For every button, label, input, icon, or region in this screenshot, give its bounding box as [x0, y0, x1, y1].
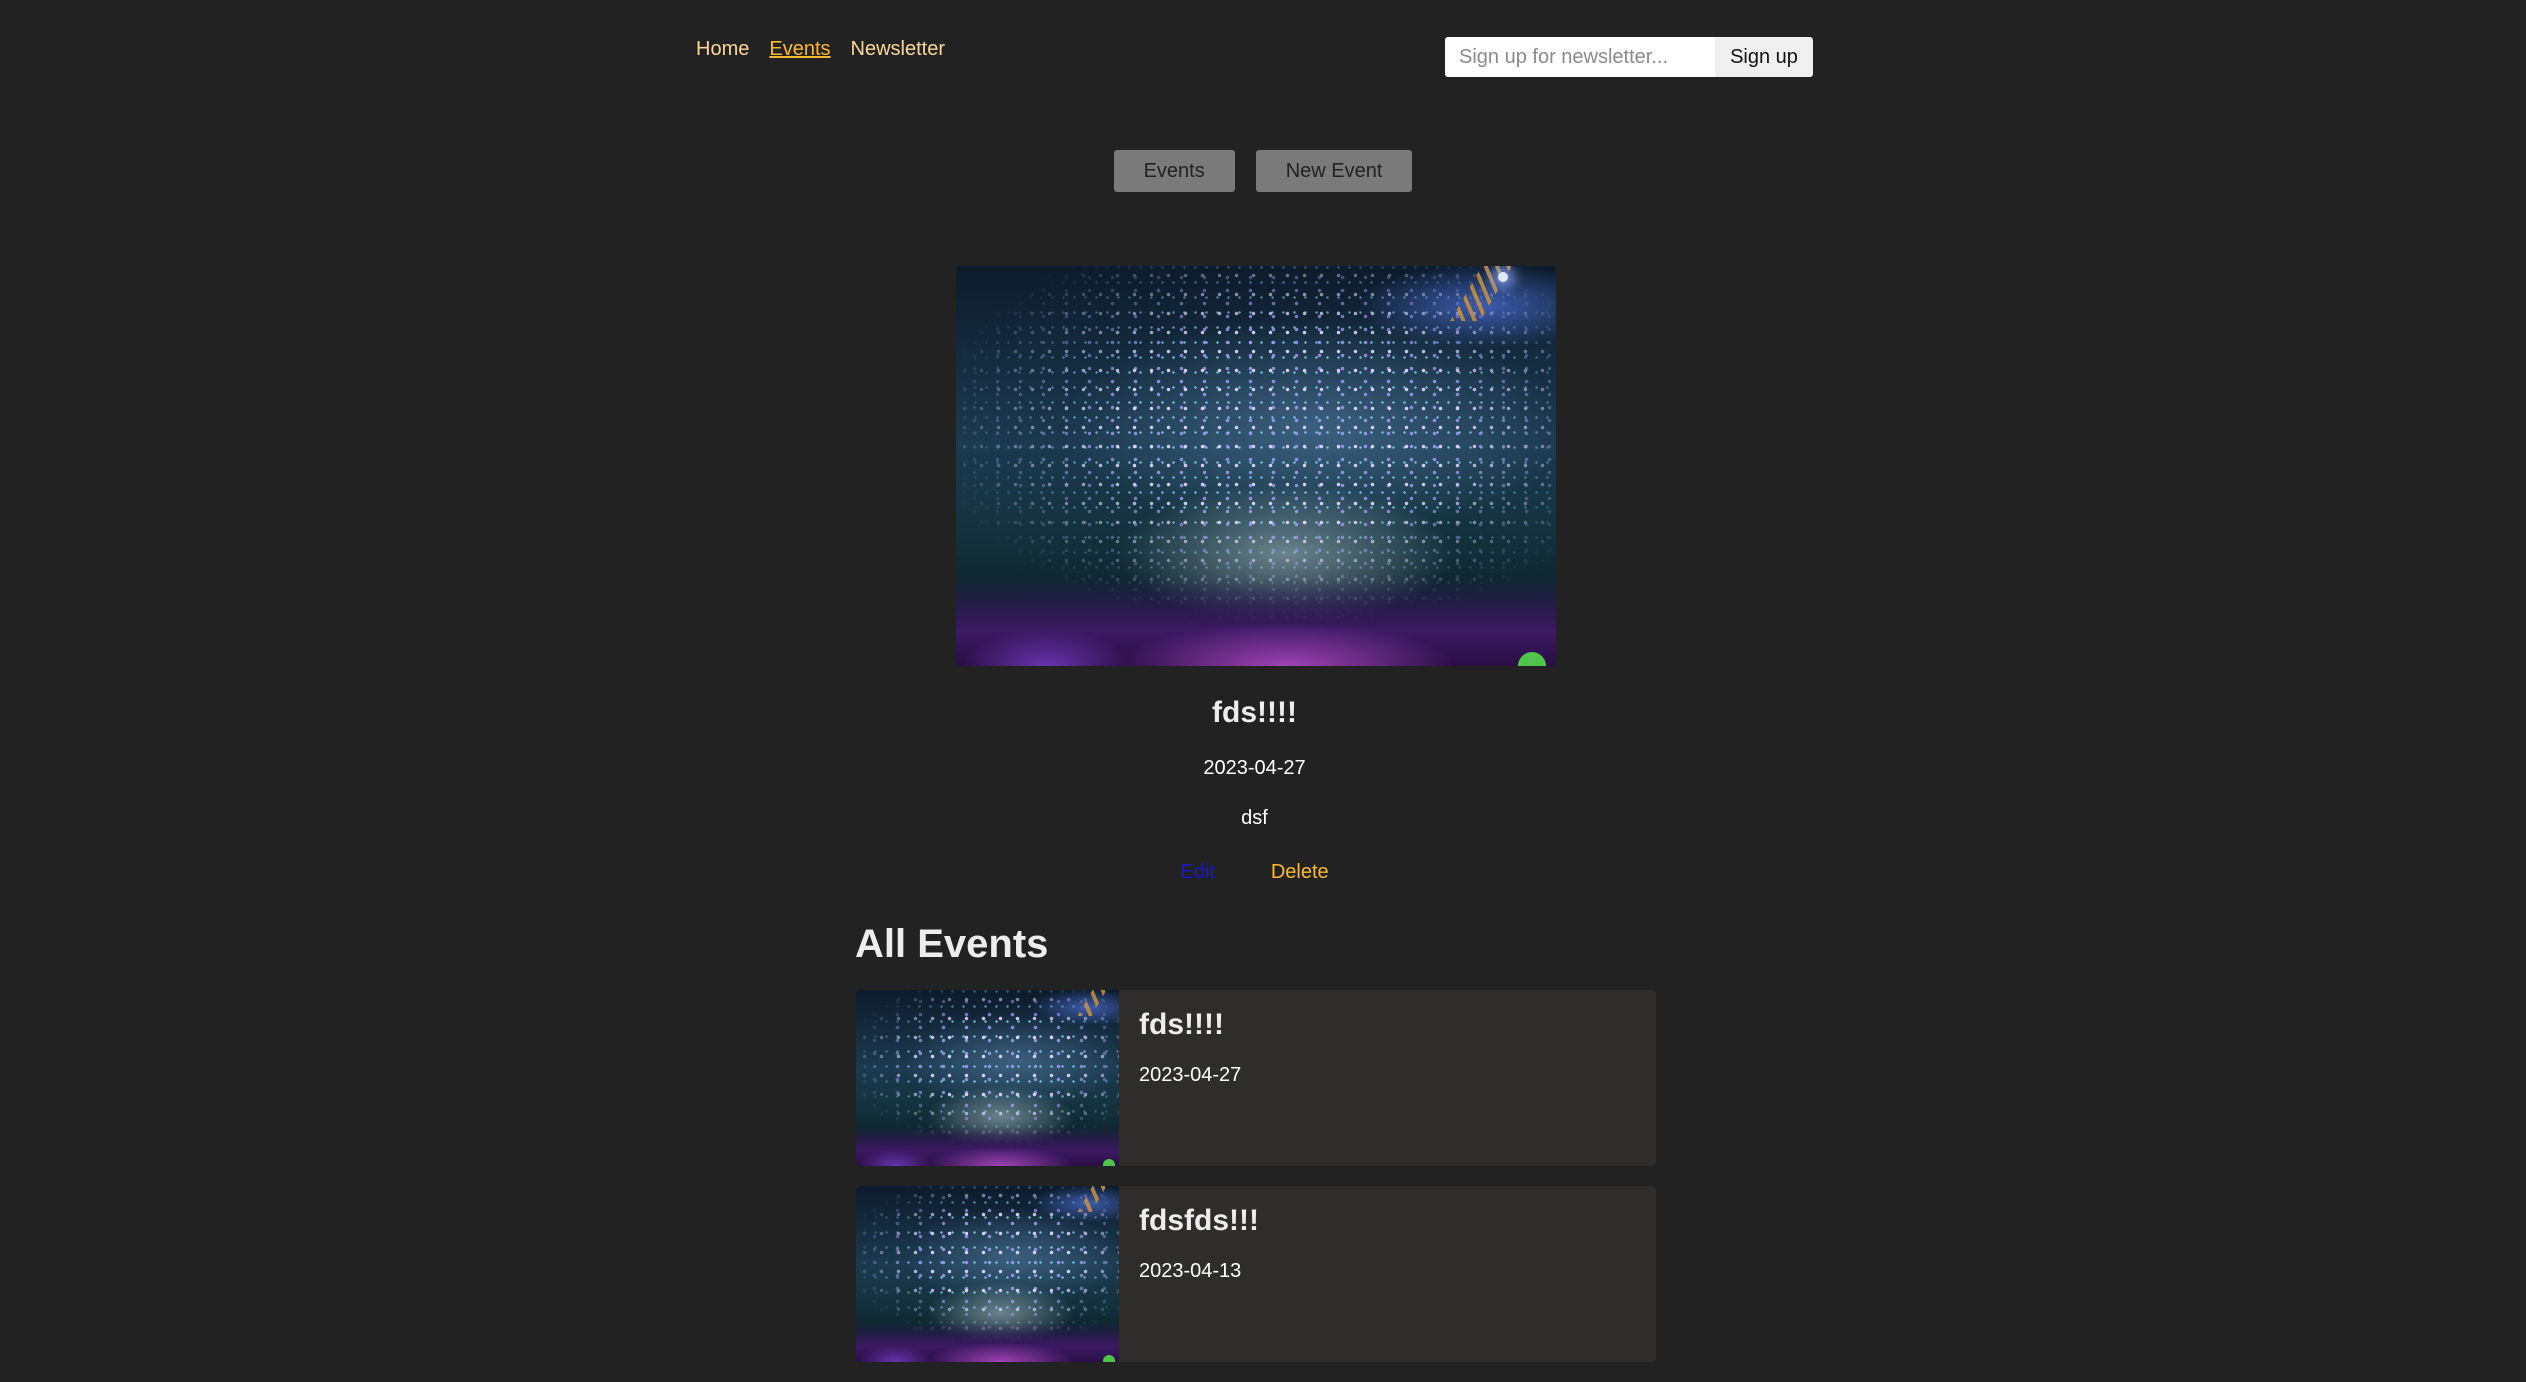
- events-subnavigation: Events New Event: [0, 150, 2526, 192]
- edit-event-link[interactable]: Edit: [1180, 861, 1214, 884]
- event-list-item-title: fdsfds!!!: [1139, 1204, 1259, 1237]
- event-detail-image: [956, 266, 1556, 666]
- green-light: [1103, 1159, 1115, 1166]
- event-list-item[interactable]: fds!!!! 2023-04-27: [856, 990, 1656, 1166]
- newsletter-signup-button[interactable]: Sign up: [1715, 37, 1813, 77]
- newsletter-email-input[interactable]: [1445, 37, 1715, 77]
- nav-link-home[interactable]: Home: [696, 38, 749, 61]
- event-actions: Edit Delete: [0, 861, 2509, 884]
- main-navigation: Home Events Newsletter: [696, 38, 945, 61]
- event-list-item[interactable]: fdsfds!!! 2023-04-13: [856, 1186, 1656, 1362]
- event-thumbnail: [856, 1186, 1119, 1362]
- event-list-item-title: fds!!!!: [1139, 1008, 1224, 1041]
- event-list-item-date: 2023-04-13: [1139, 1260, 1242, 1282]
- nav-link-newsletter[interactable]: Newsletter: [851, 38, 945, 61]
- event-list-item-date: 2023-04-27: [1139, 1064, 1242, 1086]
- green-light: [1103, 1355, 1115, 1362]
- all-events-heading: All Events: [855, 922, 1049, 966]
- events-button[interactable]: Events: [1113, 150, 1235, 192]
- event-date: 2023-04-27: [1203, 757, 1306, 779]
- main-header: Home Events Newsletter Sign up: [0, 0, 2526, 110]
- crowd-layer: [956, 578, 1556, 666]
- concert-image: [956, 266, 1556, 666]
- crowd-layer: [856, 1127, 1119, 1166]
- event-description: dsf: [1241, 807, 1268, 829]
- crowd-layer: [856, 1323, 1119, 1362]
- newsletter-signup-form: Sign up: [1445, 37, 1813, 77]
- events-list: fds!!!! 2023-04-27 fdsfds!!! 2023-04-13: [856, 990, 1656, 1382]
- delete-event-button[interactable]: Delete: [1271, 861, 1329, 884]
- nav-link-events[interactable]: Events: [769, 38, 830, 61]
- stage-light: [1498, 272, 1508, 282]
- new-event-button[interactable]: New Event: [1255, 150, 1413, 192]
- event-title: fds!!!!: [1212, 696, 1297, 729]
- event-list-item-body: fds!!!! 2023-04-27: [1119, 990, 1261, 1166]
- event-list-item-body: fdsfds!!! 2023-04-13: [1119, 1186, 1279, 1362]
- event-thumbnail: [856, 990, 1119, 1166]
- concert-image: [856, 990, 1119, 1166]
- concert-image: [856, 1186, 1119, 1362]
